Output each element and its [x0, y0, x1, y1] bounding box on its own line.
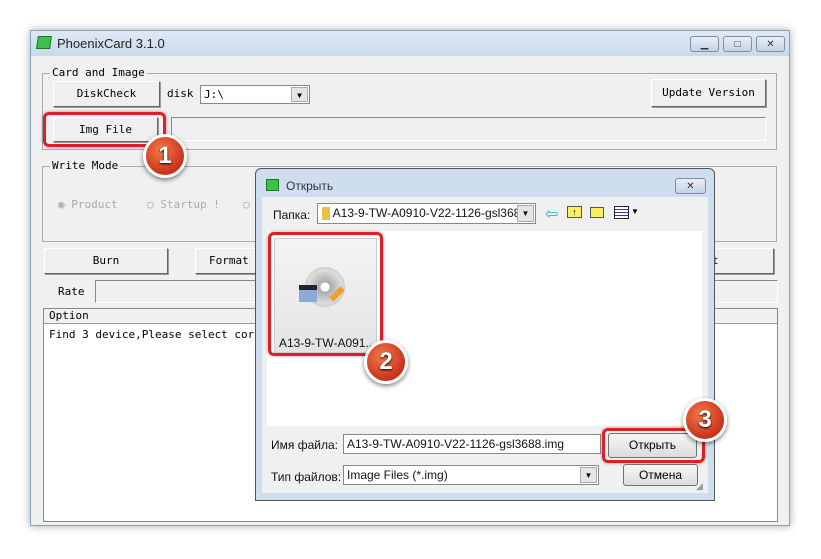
folder-up-icon[interactable]: ↑ [567, 206, 582, 218]
resize-grip-icon[interactable]: ◢ [696, 481, 703, 492]
radio-startup-label: Startup ! [160, 198, 220, 211]
back-icon[interactable]: ⇦ [545, 204, 558, 224]
new-folder-icon[interactable] [590, 207, 604, 218]
chevron-down-icon: ▼ [580, 467, 597, 483]
open-file-dialog: Открыть ✕ Папка: A13-9-TW-A0910-V22-1126… [255, 168, 715, 501]
dialog-title: Открыть [286, 179, 334, 193]
filetype-label: Тип файлов: [271, 470, 342, 484]
card-image-label: Card and Image [50, 66, 147, 79]
highlight-file-item [268, 232, 383, 356]
chevron-down-icon: ▼ [517, 205, 534, 222]
step-badge-1: 1 [143, 134, 187, 178]
chevron-down-icon: ▼ [291, 87, 308, 102]
filetype-value: Image Files (*.img) [347, 468, 448, 482]
filename-input[interactable] [343, 434, 601, 454]
dialog-body: Папка: A13-9-TW-A0910-V22-1126-gsl3688 ▼… [262, 197, 708, 493]
window-title: PhoenixCard 3.1.0 [57, 36, 165, 51]
filename-label: Имя файла: [271, 438, 338, 452]
radio-product[interactable]: ◉ Product [58, 198, 118, 211]
img-path-field[interactable] [171, 117, 766, 141]
folder-value: A13-9-TW-A0910-V22-1126-gsl3688 [332, 206, 528, 220]
step-badge-2: 2 [364, 340, 408, 384]
radio-product-label: Product [71, 198, 118, 211]
maximize-button[interactable]: □ [723, 36, 752, 52]
disk-label: disk [167, 87, 194, 100]
radio-unchecked-icon: ○ [147, 198, 154, 211]
view-menu-icon[interactable] [614, 206, 629, 219]
app-icon [36, 36, 52, 49]
burn-button[interactable]: Burn [44, 248, 168, 274]
folder-icon [322, 207, 330, 221]
update-version-button[interactable]: Update Version [651, 79, 766, 107]
filetype-select[interactable]: Image Files (*.img) ▼ [343, 465, 599, 485]
diskcheck-button[interactable]: DiskCheck [53, 81, 160, 107]
radio-checked-icon: ◉ [58, 198, 65, 211]
dialog-close-button[interactable]: ✕ [675, 178, 706, 194]
folder-select[interactable]: A13-9-TW-A0910-V22-1126-gsl3688 ▼ [317, 203, 536, 224]
dialog-icon [266, 179, 279, 191]
radio-third[interactable]: ○ [243, 198, 250, 211]
rate-label: Rate [58, 285, 85, 298]
title-bar: PhoenixCard 3.1.0 ▁ □ ✕ [31, 31, 789, 56]
folder-label: Папка: [273, 208, 311, 222]
step-badge-3: 3 [683, 398, 727, 442]
close-button[interactable]: ✕ [756, 36, 785, 52]
log-line: Find 3 device,Please select correc [49, 328, 275, 341]
disk-value: J:\ [204, 88, 224, 101]
disk-select[interactable]: J:\ ▼ [200, 85, 310, 104]
minimize-button[interactable]: ▁ [690, 36, 719, 52]
cancel-button[interactable]: Отмена [623, 464, 698, 486]
chevron-down-icon[interactable]: ▼ [631, 207, 639, 216]
radio-startup[interactable]: ○ Startup ! [147, 198, 220, 211]
file-list[interactable]: A13-9-TW-A091... [267, 231, 702, 426]
write-mode-label: Write Mode [50, 159, 121, 172]
